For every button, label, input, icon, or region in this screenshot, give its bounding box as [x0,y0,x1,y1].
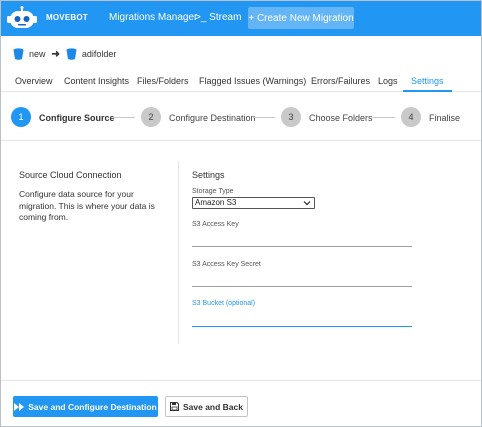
tab-settings[interactable]: Settings [411,76,444,86]
footer-actions: Save and Configure Destination Save and … [1,380,481,426]
storage-type-select[interactable]: Amazon S3 [192,197,315,209]
breadcrumb-destination[interactable]: adifolder [82,49,117,59]
secondary-button-label: Save and Back [182,401,243,412]
breadcrumb: new ➜ adifolder [13,46,116,62]
active-tab-indicator [403,90,452,92]
step-1-circle[interactable]: 1 [11,107,31,127]
arrow-right-icon: ➜ [51,48,60,60]
s3-access-key-secret-label: S3 Access Key Secret [192,261,261,268]
nav-stream[interactable]: >_ Stream [195,12,241,23]
nav-migrations-manager[interactable]: Migrations Manager [109,12,197,23]
s3-access-key-input[interactable] [192,233,412,247]
tab-overview[interactable]: Overview [15,76,53,86]
step-3-circle[interactable]: 3 [281,107,301,127]
step-2-label[interactable]: Configure Destination [169,113,256,123]
step-1-label[interactable]: Configure Source [39,113,115,123]
s3-access-key-secret-input[interactable] [192,273,412,287]
save-icon [169,402,179,411]
step-connector [373,117,395,118]
brand-name: MOVEBOT [46,13,88,22]
step-connector [113,117,135,118]
section-description: Configure data source for your migration… [19,189,155,222]
tab-files-folders[interactable]: Files/Folders [137,76,189,86]
bucket-icon [13,48,24,60]
tab-content-insights[interactable]: Content Insights [64,76,129,86]
step-4-circle[interactable]: 4 [401,107,421,127]
s3-access-key-label: S3 Access Key [192,221,239,228]
primary-button-label: Save and Configure Destination [28,401,157,412]
step-4-label[interactable]: Finalise [429,113,460,123]
tab-bar: Overview Content Insights Files/Folders … [1,71,481,92]
s3-bucket-label: S3 Bucket (optional) [192,300,256,307]
step-connector [253,117,275,118]
fast-forward-icon [14,402,25,411]
migration-stepper: 1 Configure Source 2 Configure Destinati… [1,93,481,141]
step-2-circle[interactable]: 2 [141,107,161,127]
storage-type-label: Storage Type [192,188,234,195]
tab-flagged-issues[interactable]: Flagged Issues (Warnings) [199,76,306,86]
settings-title: Settings [192,170,225,180]
app-window: MOVEBOT Migrations Manager >_ Stream + C… [0,0,482,427]
chevron-down-icon [303,201,311,206]
save-and-configure-destination-button[interactable]: Save and Configure Destination [13,396,158,417]
tab-logs[interactable]: Logs [378,76,398,86]
save-and-back-button[interactable]: Save and Back [165,396,248,417]
robot-logo-icon[interactable] [7,6,37,32]
breadcrumb-source[interactable]: new [29,49,46,59]
section-title: Source Cloud Connection [19,170,122,180]
step-3-label[interactable]: Choose Folders [309,113,373,123]
tab-errors-failures[interactable]: Errors/Failures [311,76,370,86]
bucket-icon [66,48,77,60]
storage-type-value: Amazon S3 [195,198,237,207]
top-navbar: MOVEBOT Migrations Manager >_ Stream + C… [1,1,481,36]
s3-bucket-input[interactable] [192,313,412,327]
create-new-migration-button[interactable]: + Create New Migration [248,7,354,29]
column-divider [178,161,179,344]
